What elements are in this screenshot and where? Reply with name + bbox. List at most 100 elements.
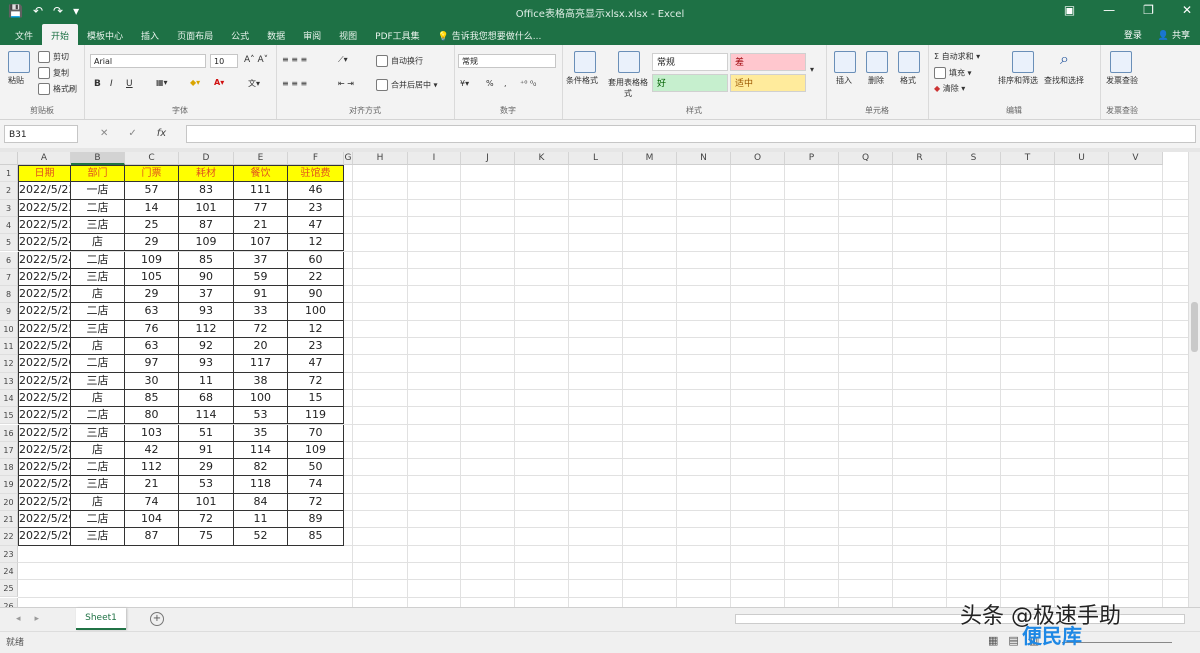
table-cell[interactable]: 2022/5/29: [18, 493, 71, 511]
table-cell[interactable]: 52: [234, 528, 288, 546]
table-cell[interactable]: 30: [125, 372, 179, 390]
row-header-3[interactable]: 3: [0, 199, 18, 217]
login-link[interactable]: 登录: [1124, 28, 1142, 41]
row-header-15[interactable]: 15: [0, 407, 18, 425]
col-header-M[interactable]: M: [623, 152, 677, 165]
table-cell[interactable]: 37: [234, 251, 288, 269]
table-cell[interactable]: 2022/5/23: [18, 216, 71, 235]
vertical-scroll-thumb[interactable]: [1191, 302, 1198, 352]
vertical-scrollbar[interactable]: [1188, 152, 1200, 607]
tab-1[interactable]: 开始: [42, 24, 79, 45]
table-header-cell[interactable]: 部门: [71, 165, 125, 183]
table-cell[interactable]: 20: [234, 338, 288, 356]
row-header-16[interactable]: 16: [0, 424, 18, 442]
table-cell[interactable]: 83: [179, 182, 234, 200]
table-format-icon[interactable]: [618, 51, 640, 73]
table-cell[interactable]: 三店: [71, 372, 125, 390]
font-size-select[interactable]: 10: [210, 54, 238, 68]
table-cell[interactable]: 77: [234, 199, 288, 217]
prev-sheet-icon[interactable]: ◂: [16, 614, 21, 624]
table-cell[interactable]: 68: [179, 389, 234, 408]
tab-5[interactable]: 公式: [222, 24, 258, 45]
table-cell[interactable]: 38: [234, 372, 288, 390]
table-cell[interactable]: 114: [234, 441, 288, 460]
sort-filter-icon[interactable]: [1012, 51, 1034, 73]
table-cell[interactable]: 47: [288, 355, 344, 373]
row-header-2[interactable]: 2: [0, 182, 18, 200]
spreadsheet-grid[interactable]: A B C D E F G H I J K L M N O P Q R S T U V 1 2 3 4 5 6 7 8 9 10 11 12 13 1…: [0, 152, 1200, 607]
table-header-cell[interactable]: 耗材: [179, 165, 234, 183]
table-cell[interactable]: 二店: [71, 511, 125, 529]
table-cell[interactable]: 一店: [71, 182, 125, 200]
table-cell[interactable]: 82: [234, 459, 288, 477]
table-cell[interactable]: 85: [288, 528, 344, 546]
row-header-22[interactable]: 22: [0, 528, 18, 546]
row-header-12[interactable]: 12: [0, 355, 18, 373]
table-cell[interactable]: 80: [125, 407, 179, 425]
table-cell[interactable]: 93: [179, 303, 234, 321]
wrap-text-button[interactable]: 自动换行: [376, 55, 423, 67]
table-cell[interactable]: 店: [71, 234, 125, 252]
table-cell[interactable]: 101: [179, 493, 234, 511]
row-header-23[interactable]: 23: [0, 545, 18, 563]
table-cell[interactable]: 47: [288, 216, 344, 235]
table-cell[interactable]: 74: [125, 493, 179, 511]
table-cell[interactable]: 87: [179, 216, 234, 235]
row-header-1[interactable]: 1: [0, 165, 18, 183]
comma-button[interactable]: ,: [504, 79, 507, 88]
table-cell[interactable]: 店: [71, 286, 125, 304]
bold-button[interactable]: B: [94, 79, 101, 89]
tab-6[interactable]: 数据: [258, 24, 294, 45]
phonetic-icon[interactable]: 文▾: [248, 78, 260, 89]
table-cell[interactable]: 85: [179, 251, 234, 269]
table-cell[interactable]: 2022/5/26: [18, 338, 71, 356]
table-cell[interactable]: 店: [71, 389, 125, 408]
autosum-button[interactable]: Σ 自动求和 ▾: [934, 51, 980, 62]
currency-icon[interactable]: ¥▾: [460, 79, 469, 88]
paste-button[interactable]: 粘贴: [8, 75, 24, 86]
col-header-G[interactable]: G: [344, 152, 353, 165]
conditional-format-icon[interactable]: [574, 51, 596, 73]
table-cell[interactable]: 三店: [71, 268, 125, 287]
table-cell[interactable]: 二店: [71, 355, 125, 373]
style-neutral[interactable]: 适中: [730, 74, 806, 92]
table-cell[interactable]: 二店: [71, 251, 125, 269]
row-header-18[interactable]: 18: [0, 459, 18, 477]
col-header-J[interactable]: J: [461, 152, 515, 165]
row-header-13[interactable]: 13: [0, 372, 18, 390]
col-header-I[interactable]: I: [408, 152, 461, 165]
sheet-tab-sheet1[interactable]: Sheet1: [76, 608, 126, 630]
find-select-button[interactable]: 查找和选择: [1044, 75, 1084, 86]
table-cell[interactable]: 57: [125, 182, 179, 200]
search-icon[interactable]: ⌕: [1060, 49, 1069, 69]
select-all-corner[interactable]: [0, 152, 18, 165]
enter-icon[interactable]: ✓: [128, 128, 136, 139]
table-cell[interactable]: 63: [125, 303, 179, 321]
table-cell[interactable]: 三店: [71, 424, 125, 442]
orientation-icon[interactable]: ⟋▾: [338, 55, 348, 65]
table-cell[interactable]: 2022/5/27: [18, 424, 71, 442]
row-header-20[interactable]: 20: [0, 493, 18, 511]
table-cell[interactable]: 2022/5/28: [18, 441, 71, 460]
table-cell[interactable]: 109: [179, 234, 234, 252]
col-header-B[interactable]: B: [71, 152, 125, 165]
col-header-N[interactable]: N: [677, 152, 731, 165]
table-cell[interactable]: 93: [179, 355, 234, 373]
table-header-cell[interactable]: 餐饮: [234, 165, 288, 183]
next-sheet-icon[interactable]: ▸: [35, 614, 40, 624]
ribbon-display-icon[interactable]: ▣: [1064, 3, 1075, 17]
font-name-select[interactable]: Arial: [90, 54, 206, 68]
col-header-R[interactable]: R: [893, 152, 947, 165]
table-cell[interactable]: 2022/5/27: [18, 389, 71, 408]
italic-button[interactable]: I: [110, 79, 113, 89]
restore-icon[interactable]: ❐: [1143, 3, 1154, 17]
table-cell[interactable]: 2022/5/28: [18, 476, 71, 494]
table-cell[interactable]: 12: [288, 234, 344, 252]
table-cell[interactable]: 103: [125, 424, 179, 442]
table-cell[interactable]: 2022/5/24: [18, 234, 71, 252]
row-header-14[interactable]: 14: [0, 389, 18, 408]
table-header-cell[interactable]: 驻馆费: [288, 165, 344, 183]
table-cell[interactable]: 三店: [71, 216, 125, 235]
insert-cells-button[interactable]: 插入: [836, 75, 852, 86]
table-cell[interactable]: 15: [288, 389, 344, 408]
